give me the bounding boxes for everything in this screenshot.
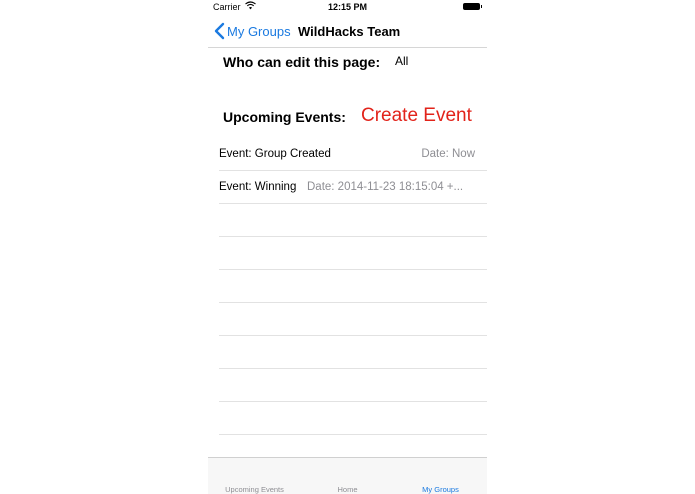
empty-list-row [219,270,487,303]
events-header: Upcoming Events: Create Event [223,105,483,131]
event-row[interactable]: Event: Group Created Date: Now [219,138,487,171]
create-event-button[interactable]: Create Event [361,105,472,127]
upcoming-events-label: Upcoming Events: [223,109,346,125]
empty-list-row [219,303,487,336]
tab-my-groups[interactable]: My Groups [394,485,487,494]
status-bar: Carrier 12:15 PM [208,0,487,15]
event-title: Event: Group Created [219,148,331,160]
empty-list-row [219,369,487,402]
battery-icon [463,3,482,10]
back-button-label: My Groups [227,23,291,39]
back-button[interactable]: My Groups [213,21,291,41]
empty-list-row [219,336,487,369]
event-title: Event: Winning [219,181,297,193]
empty-list-row [219,204,487,237]
edit-permission-row: Who can edit this page: All [223,54,408,70]
empty-list-row [219,402,487,435]
tab-upcoming-events[interactable]: Upcoming Events [208,485,301,494]
phone-screen: Carrier 12:15 PM My Groups WildHacks Tea… [208,0,487,494]
event-date: Date: Now [421,148,475,160]
tab-bar: Upcoming Events Home My Groups [208,457,487,494]
empty-list-row [219,237,487,270]
tab-home[interactable]: Home [301,485,394,494]
edit-permission-label: Who can edit this page: [223,54,381,70]
page-title: WildHacks Team [298,24,401,39]
event-date: Date: 2014-11-23 18:15:04 +... [307,181,464,193]
edit-permission-value: All [395,54,409,68]
status-time: 12:15 PM [327,2,368,12]
event-row[interactable]: Event: Winning Date: 2014-11-23 18:15:04… [219,171,487,204]
chevron-left-icon [213,21,227,41]
event-list: Event: Group Created Date: Now Event: Wi… [219,138,487,468]
navigation-bar: My Groups WildHacks Team [208,15,487,48]
